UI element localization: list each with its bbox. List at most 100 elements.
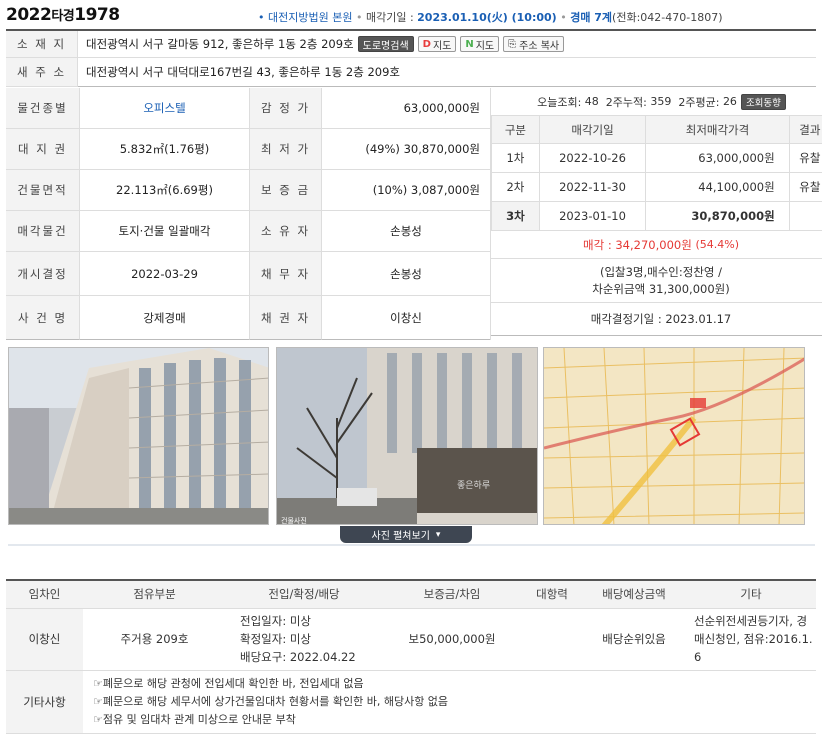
- avg-count: 26: [722, 95, 737, 108]
- header-info: • 대전지방법원 본원 • 매각기일 : 2023.01.10(火) (10:0…: [258, 11, 723, 24]
- auction-col-result: 결과: [788, 115, 822, 144]
- building-photo-2[interactable]: 좋은하루 건물사진: [276, 347, 538, 525]
- appraisal-value: 63,000,000원: [322, 88, 490, 129]
- photo-caption: 건물사진: [281, 517, 307, 525]
- deposit-value: (10%) 3,087,000원: [322, 170, 490, 211]
- tenant-etc: 선순위전세권등기자, 경 매신청인, 점유:2016.1. 6: [686, 608, 816, 671]
- note-item: ☞폐문으로 해당 세무서에 상가건물임대차 현황서를 확인한 바, 해당사항 없…: [93, 694, 449, 708]
- debtor-value: 손봉성: [322, 252, 490, 296]
- tenant-expected: 배당순위있음: [582, 608, 686, 671]
- deposit-label: 보 증 금: [250, 170, 322, 211]
- tenant-col-expected: 배당예상금액: [582, 579, 686, 609]
- note-item: ☞점유 및 임대차 관계 미상으로 안내문 부착: [93, 712, 296, 726]
- kind-label: 물건종별: [6, 88, 80, 129]
- owner-label: 소 유 자: [250, 211, 322, 252]
- case-type: 타경: [51, 9, 75, 24]
- photo-divider: [8, 544, 815, 546]
- photo-expand-button[interactable]: 사진 펼쳐보기 ▾: [340, 526, 472, 543]
- fixed-date: 확정일자: 미상: [240, 632, 312, 646]
- auction-col-price: 최저매각가격: [645, 115, 790, 144]
- road-search-button[interactable]: 도로명검색: [357, 36, 414, 52]
- min-price-value: (49%) 30,870,000원: [322, 129, 490, 170]
- view-stats: 오늘조회: 48 2주누적: 359 2주평균: 26 조회동향: [491, 88, 822, 115]
- tenant-col-etc: 기타: [686, 579, 816, 609]
- creditor-value: 이창신: [322, 296, 490, 340]
- today-count: 48: [584, 95, 599, 108]
- land-value: 5.832㎡(1.76평): [80, 129, 250, 170]
- appraisal-label: 감 정 가: [250, 88, 322, 129]
- tenant-col-part: 점유부분: [83, 579, 226, 609]
- bid-info-line-1: (입찰3명,매수인:정찬영 /: [599, 264, 723, 279]
- tenant-table: 임차인 점유부분 전입/확정/배당 보증금/차임 대항력 배당예상금액 기타 이…: [6, 579, 816, 734]
- map-button-naver[interactable]: N 지도: [460, 36, 500, 52]
- case-number: 2022타경1978: [6, 5, 120, 25]
- auction-row: 2차 2022-11-30 44,100,000원 유찰: [491, 172, 822, 202]
- sold-percent: (54.4%): [695, 238, 739, 251]
- note-item: ☞폐문으로 해당 관청에 전입세대 확인한 바, 전입세대 없음: [93, 676, 364, 690]
- case-num: 1978: [74, 5, 120, 25]
- debtor-label: 채 무 자: [250, 252, 322, 296]
- sold-label: 매각 :: [583, 237, 612, 252]
- tenant-dates: 전입일자: 미상 확정일자: 미상 배당요구: 2022.04.22: [226, 608, 382, 671]
- building-area-value: 22.113㎡(6.69평): [80, 170, 250, 211]
- copy-address-button[interactable]: ⎘ 주소 복사: [503, 36, 565, 52]
- old-address-label: 소 재 지: [6, 31, 78, 58]
- bid-info-line-2: 차순위금액 31,300,000원): [592, 281, 730, 296]
- sale-object-value: 토지·건물 일괄매각: [80, 211, 250, 252]
- dept-link[interactable]: 경매 7계: [570, 11, 612, 24]
- auction-table: 구분 매각기일 최저매각가격 결과 1차 2022-10-26 63,000,0…: [491, 115, 822, 231]
- owner-value: 손봉성: [322, 211, 490, 252]
- photo-expand-label: 사진 펼쳐보기: [371, 531, 430, 542]
- auction-row-current: 3차 2023-01-10 30,870,000원: [491, 201, 822, 231]
- move-in-date: 전입일자: 미상: [240, 614, 312, 628]
- view-trend-button[interactable]: 조회동향: [740, 93, 786, 110]
- claim-date: 배당요구: 2022.04.22: [240, 650, 356, 664]
- tenant-part: 주거용 209호: [83, 608, 226, 671]
- tenant-col-deposit: 보증금/차임: [382, 579, 522, 609]
- case-name-label: 사 건 명: [6, 296, 80, 340]
- sale-object-label: 매각물건: [6, 211, 80, 252]
- auction-panel: 오늘조회: 48 2주누적: 359 2주평균: 26 조회동향 구분 매각기일…: [490, 88, 822, 340]
- etc-label: 기타사항: [6, 670, 83, 734]
- tenant-col-name: 임차인: [6, 579, 83, 609]
- map-button-google[interactable]: D 지도: [417, 36, 457, 52]
- tenant-deposit: 보50,000,000원: [382, 608, 522, 671]
- svg-text:좋은하루: 좋은하루: [457, 480, 490, 491]
- location-map[interactable]: [543, 347, 805, 525]
- min-price-label: 최 저 가: [250, 129, 322, 170]
- auction-row: 1차 2022-10-26 63,000,000원 유찰: [491, 143, 822, 173]
- land-label: 대 지 권: [6, 129, 80, 170]
- old-address-row: 대전광역시 서구 갈마동 912, 좋은하루 1동 2층 209호 도로명검색 …: [78, 31, 816, 58]
- start-label: 개시결정: [6, 252, 80, 296]
- sold-row: 매각 : 34,270,000원 (54.4%): [491, 231, 822, 259]
- copy-icon: ⎘: [508, 38, 517, 50]
- sold-price: 34,270,000원: [615, 237, 692, 252]
- kind-value[interactable]: 오피스텔: [80, 88, 250, 129]
- info-grid: 물건종별 오피스텔 감 정 가 63,000,000원 대 지 권 5.832㎡…: [6, 88, 490, 340]
- tenant-name: 이창신: [6, 608, 83, 671]
- new-address-label: 새 주 소: [6, 58, 78, 87]
- building-photo-1[interactable]: [8, 347, 269, 525]
- naver-icon: N: [465, 38, 474, 50]
- building-area-label: 건물면적: [6, 170, 80, 211]
- court-bullet: •: [258, 11, 265, 24]
- dept-phone: (전화:042-470-1807): [612, 11, 723, 24]
- etc-notes: ☞폐문으로 해당 관청에 전입세대 확인한 바, 전입세대 없음 ☞폐문으로 해…: [83, 670, 816, 734]
- old-address-value: 대전광역시 서구 갈마동 912, 좋은하루 1동 2층 209호: [86, 37, 354, 51]
- tenant-opposing: [522, 608, 582, 671]
- chevron-down-icon: ▾: [435, 529, 441, 540]
- creditor-label: 채 권 자: [250, 296, 322, 340]
- auction-header-row: 구분 매각기일 최저매각가격 결과: [491, 115, 822, 144]
- auction-col-round: 구분: [491, 115, 540, 144]
- avg-label: 2주평균:: [678, 95, 720, 109]
- tenant-col-opposing: 대항력: [522, 579, 582, 609]
- court-link[interactable]: 대전지방법원 본원: [268, 11, 352, 24]
- map-pin-icon: D: [422, 38, 431, 50]
- start-value: 2022-03-29: [80, 252, 250, 296]
- week2-count: 359: [650, 95, 672, 108]
- etc-row: 기타사항 ☞폐문으로 해당 관청에 전입세대 확인한 바, 전입세대 없음 ☞폐…: [6, 670, 816, 734]
- new-address-value: 대전광역시 서구 대덕대로167번길 43, 좋은하루 1동 2층 209호: [78, 58, 816, 87]
- auction-col-date: 매각기일: [538, 115, 647, 144]
- decision-date: 매각결정기일 : 2023.01.17: [491, 303, 822, 336]
- tenant-col-dates: 전입/확정/배당: [226, 579, 382, 609]
